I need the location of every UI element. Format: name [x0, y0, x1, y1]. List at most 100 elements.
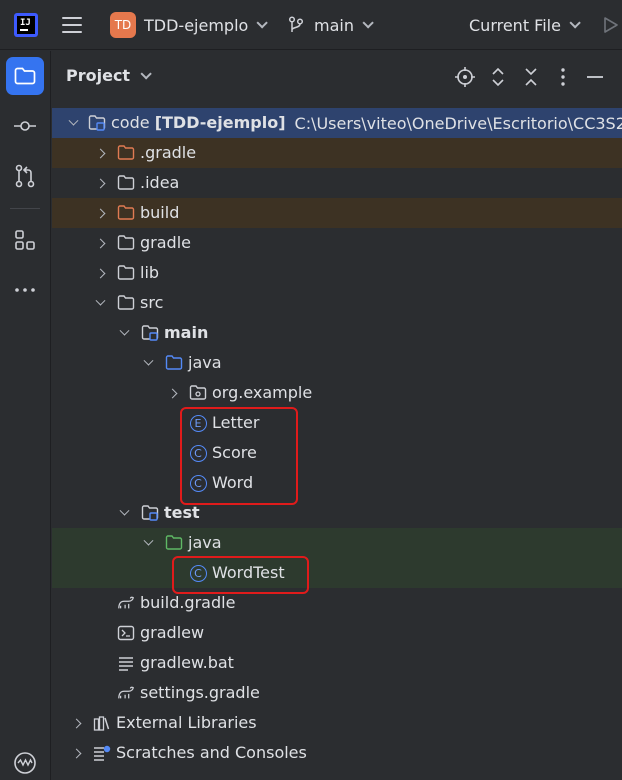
- gradle-icon: [117, 594, 135, 612]
- tool-window-strip: [0, 51, 51, 780]
- tree-item-main[interactable]: main: [52, 318, 622, 348]
- test-source-folder-icon: [165, 534, 183, 552]
- highlight-box-test-class: [172, 556, 309, 594]
- branch-name: main: [314, 15, 354, 35]
- folder-icon: [117, 174, 135, 192]
- tree-item-gradlew-bat[interactable]: gradlew.bat: [52, 648, 622, 678]
- source-folder-icon: [165, 354, 183, 372]
- select-opened-file-button[interactable]: [453, 65, 477, 89]
- intellij-logo-icon[interactable]: IJ: [14, 13, 38, 37]
- tree-label: build: [140, 203, 180, 222]
- module-folder-icon: [141, 504, 159, 522]
- waveform-icon: [14, 752, 36, 774]
- hide-panel-button[interactable]: [583, 65, 607, 89]
- more-horizontal-icon: [15, 288, 35, 292]
- branch-icon: [288, 16, 304, 32]
- chevron-right-icon[interactable]: [70, 738, 82, 768]
- expand-all-button[interactable]: [486, 65, 510, 89]
- project-view-selector[interactable]: Project: [66, 66, 152, 85]
- project-panel: Project code [TDD-ejemplo] C:\Users\vite…: [52, 51, 622, 780]
- chevron-down-icon[interactable]: [94, 288, 106, 318]
- chevron-right-icon[interactable]: [70, 708, 82, 738]
- tree-item-gradle[interactable]: gradle: [52, 228, 622, 258]
- tree-item-idea[interactable]: .idea: [52, 168, 622, 198]
- project-panel-header: Project: [52, 51, 622, 103]
- folder-icon: [14, 67, 36, 85]
- pull-requests-tool-button[interactable]: [6, 157, 44, 195]
- chevron-down-icon[interactable]: [68, 108, 79, 138]
- more-vertical-icon: [561, 68, 565, 86]
- tree-label: java: [188, 533, 222, 552]
- commit-tool-button[interactable]: [6, 107, 44, 145]
- tool-separator: [10, 208, 40, 209]
- project-name: TDD-ejemplo: [144, 15, 249, 35]
- tree-item-test-java[interactable]: java: [52, 528, 622, 558]
- tree-label: main: [164, 323, 209, 342]
- tree-item-settings-gradle[interactable]: settings.gradle: [52, 678, 622, 708]
- library-icon: [93, 714, 111, 732]
- project-switcher[interactable]: TD TDD-ejemplo: [110, 0, 269, 50]
- tree-item-main-java[interactable]: java: [52, 348, 622, 378]
- options-button[interactable]: [551, 65, 575, 89]
- project-tool-button[interactable]: [6, 57, 44, 95]
- tree-item-word[interactable]: C Word: [52, 468, 622, 498]
- tree-item-build-gradle[interactable]: build.gradle: [52, 588, 622, 618]
- vcs-branch-switcher[interactable]: main: [288, 0, 374, 50]
- chevron-right-icon[interactable]: [94, 198, 106, 228]
- chevron-down-icon[interactable]: [142, 528, 154, 558]
- tree-item-build[interactable]: build: [52, 198, 622, 228]
- tree-item-org-example[interactable]: org.example: [52, 378, 622, 408]
- tree-label: settings.gradle: [140, 683, 260, 702]
- structure-tool-button[interactable]: [6, 221, 44, 259]
- folder-icon: [117, 264, 135, 282]
- tree-item-external-libraries[interactable]: External Libraries: [52, 708, 622, 738]
- tree-item-scratches[interactable]: Scratches and Consoles: [52, 738, 622, 768]
- tree-item-src[interactable]: src: [52, 288, 622, 318]
- tree-item-score[interactable]: C Score: [52, 438, 622, 468]
- tree-root-code[interactable]: code [TDD-ejemplo] C:\Users\viteo\OneDri…: [52, 108, 622, 138]
- chevron-down-icon: [140, 67, 152, 80]
- folder-icon: [117, 294, 135, 312]
- chevron-right-icon[interactable]: [94, 138, 106, 168]
- scratches-icon: [93, 744, 111, 762]
- crosshair-icon: [455, 67, 475, 87]
- panel-title: Project: [66, 66, 131, 85]
- commit-icon: [14, 121, 36, 131]
- chevron-down-icon[interactable]: [118, 318, 130, 348]
- structure-icon: [15, 230, 35, 250]
- minimize-icon: [587, 76, 603, 78]
- tree-label: gradlew: [140, 623, 205, 642]
- module-folder-icon: [88, 114, 106, 132]
- tree-label: Scratches and Consoles: [116, 743, 307, 762]
- chevron-down-icon: [256, 17, 269, 29]
- chevron-right-icon[interactable]: [94, 168, 106, 198]
- chevron-down-icon[interactable]: [142, 348, 154, 378]
- more-tools-button[interactable]: [6, 271, 44, 309]
- tree-label: .idea: [140, 173, 180, 192]
- chevron-down-icon[interactable]: [118, 498, 130, 528]
- tree-item-lib[interactable]: lib: [52, 258, 622, 288]
- play-icon: [604, 17, 618, 33]
- tree-label: External Libraries: [116, 713, 257, 732]
- tree-item-letter[interactable]: E Letter: [52, 408, 622, 438]
- run-configuration-selector[interactable]: Current File: [469, 0, 581, 50]
- hamburger-icon: [62, 17, 82, 33]
- collapse-all-button[interactable]: [519, 65, 543, 89]
- project-path: C:\Users\viteo\OneDrive\Escritorio\CC3S2: [294, 113, 622, 133]
- tree-item-dot-gradle[interactable]: .gradle: [52, 138, 622, 168]
- main-menu-button[interactable]: [62, 0, 86, 50]
- chevron-right-icon[interactable]: [166, 378, 178, 408]
- title-bar: IJ TD TDD-ejemplo main Current File: [0, 0, 622, 50]
- run-button[interactable]: [602, 0, 622, 50]
- module-folder-icon: [141, 324, 159, 342]
- gradle-icon: [117, 684, 135, 702]
- tree-item-test[interactable]: test: [52, 498, 622, 528]
- run-config-label: Current File: [469, 15, 561, 35]
- notifications-tool-button[interactable]: [6, 744, 44, 780]
- chevron-right-icon[interactable]: [94, 258, 106, 288]
- tree-item-gradlew[interactable]: gradlew: [52, 618, 622, 648]
- chevron-right-icon[interactable]: [94, 228, 106, 258]
- collapse-all-icon: [525, 68, 537, 86]
- tree-label: code [TDD-ejemplo]: [111, 113, 286, 132]
- tree-item-wordtest[interactable]: C WordTest: [52, 558, 622, 588]
